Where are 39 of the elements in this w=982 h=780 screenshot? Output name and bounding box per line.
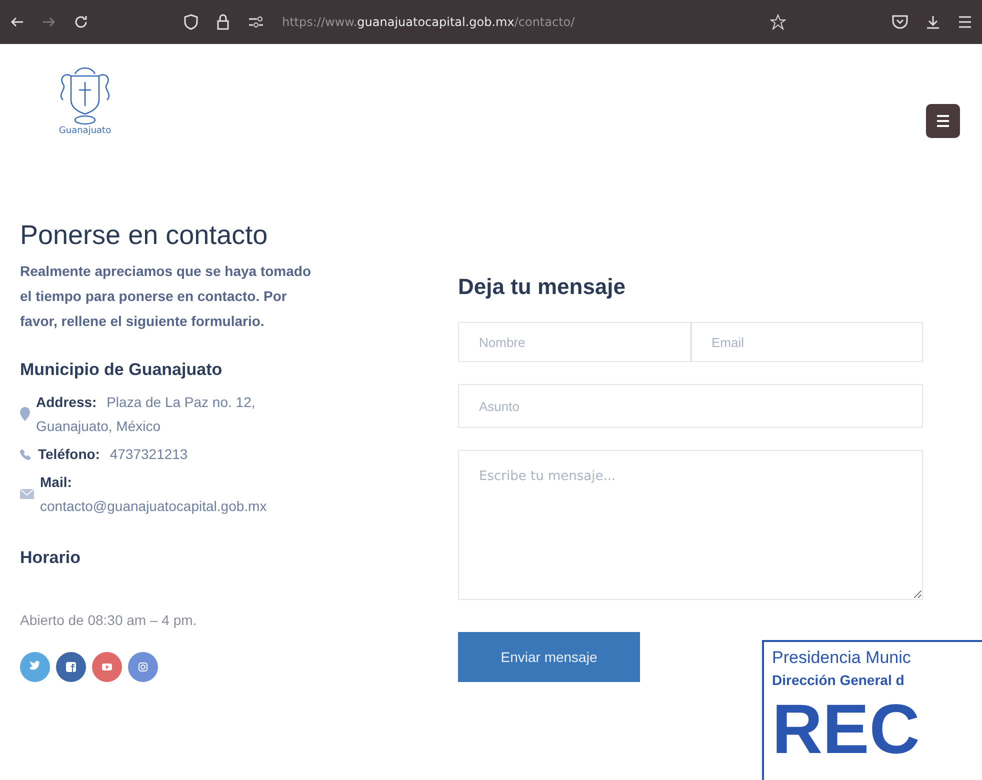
message-field[interactable]: Escribe tu mensaje... xyxy=(458,450,923,600)
menu-icon xyxy=(936,115,950,127)
twitter-link[interactable] xyxy=(20,652,50,682)
location-icon xyxy=(20,407,30,421)
stamp-text: REC xyxy=(772,694,921,764)
back-icon[interactable] xyxy=(10,15,24,29)
mail-icon xyxy=(20,489,34,499)
page-title: Ponerse en contacto xyxy=(20,220,269,251)
form-title: Deja tu mensaje xyxy=(458,274,627,300)
lock-icon[interactable] xyxy=(216,14,230,30)
bookmark-star-icon[interactable] xyxy=(770,14,786,30)
phone-icon xyxy=(20,448,32,460)
contact-detail: Mail: contacto@guanajuatocapital.gob.mx xyxy=(40,473,268,516)
stamp-text: Presidencia Munic xyxy=(772,648,912,668)
facebook-icon xyxy=(63,659,79,675)
instagram-link[interactable] xyxy=(128,652,158,682)
shield-icon[interactable] xyxy=(184,14,198,30)
contact-detail: Address: Plaza de La Paz no. 12, Guanajuato, México xyxy=(36,393,256,436)
organization-heading: Municipio de Guanajuato xyxy=(20,360,224,380)
intro-text: Realmente apreciamos que se haya tomado el tiempo para ponerse en contacto. Por favor, rellene el siguiente formulario. xyxy=(20,262,312,331)
contact-detail: Teléfono: 4737321213 xyxy=(38,445,189,464)
email-field[interactable]: Email xyxy=(690,322,923,362)
hours-text: Abierto de 08:30 am – 4 pm. xyxy=(20,612,198,628)
subject-field[interactable]: Asunto xyxy=(458,384,923,428)
menu-icon[interactable] xyxy=(958,16,972,28)
stamp-text: Dirección General d xyxy=(772,672,906,688)
hours-heading: Horario xyxy=(20,548,82,568)
pocket-icon[interactable] xyxy=(892,15,908,29)
menu-button[interactable] xyxy=(926,104,960,138)
name-field[interactable]: Nombre xyxy=(458,322,690,362)
logo-caption: Guanajuato xyxy=(58,126,112,136)
download-icon[interactable] xyxy=(926,15,940,29)
address-bar-url[interactable]: https://www.guanajuatocapital.gob.mx/contacto/ xyxy=(282,15,752,29)
reload-icon[interactable] xyxy=(74,15,88,29)
youtube-link[interactable] xyxy=(92,652,122,682)
facebook-link[interactable] xyxy=(56,652,86,682)
permissions-icon[interactable] xyxy=(248,16,264,28)
send-button[interactable]: Enviar mensaje xyxy=(458,632,640,682)
forward-icon[interactable] xyxy=(42,15,56,29)
